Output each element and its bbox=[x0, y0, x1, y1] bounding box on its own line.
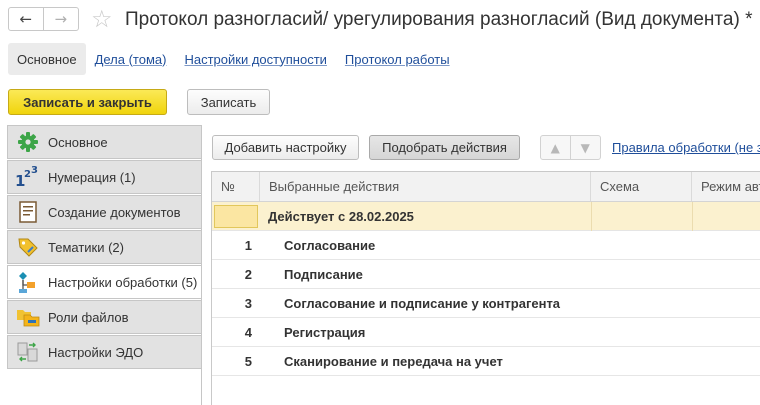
column-header-number[interactable]: № bbox=[212, 172, 260, 201]
favorite-star-icon[interactable]: ☆ bbox=[91, 5, 113, 33]
arrow-down-icon: ▼ bbox=[580, 140, 590, 155]
section-tabs: Основное 123 Нумерация (1) Создание доку… bbox=[7, 125, 202, 405]
column-header-mode[interactable]: Режим авт bbox=[692, 172, 760, 201]
row-number: 3 bbox=[244, 295, 252, 311]
row-action: Подписание bbox=[284, 266, 363, 282]
sidebar-item-topics[interactable]: Тематики (2) bbox=[7, 230, 202, 264]
sidebar-item-edo-settings[interactable]: Настройки ЭДО bbox=[7, 335, 202, 369]
top-tabs: Основное Дела (тома) Настройки доступнос… bbox=[8, 43, 459, 75]
save-and-close-button[interactable]: Записать и закрыть bbox=[8, 89, 167, 115]
page-title: Протокол разногласий/ урегулирования раз… bbox=[125, 9, 753, 30]
pick-actions-button[interactable]: Подобрать действия bbox=[369, 135, 520, 160]
svg-text:3: 3 bbox=[31, 165, 38, 176]
svg-text:2: 2 bbox=[24, 169, 31, 180]
table-row[interactable]: 4 Регистрация bbox=[212, 318, 760, 347]
table-header: № Выбранные действия Схема Режим авт bbox=[212, 172, 760, 202]
edo-icon bbox=[8, 336, 48, 368]
save-button[interactable]: Записать bbox=[187, 89, 270, 115]
sidebar-item-label: Основное bbox=[48, 134, 108, 150]
actions-table: № Выбранные действия Схема Режим авт Дей… bbox=[211, 171, 760, 405]
row-number: 1 bbox=[244, 237, 252, 253]
row-number: 4 bbox=[244, 324, 252, 340]
sidebar-item-file-roles[interactable]: Роли файлов bbox=[7, 300, 202, 334]
add-setting-button[interactable]: Добавить настройку bbox=[212, 135, 359, 160]
arrow-left-icon: ← bbox=[19, 10, 33, 28]
sidebar-item-processing-settings[interactable]: Настройки обработки (5) bbox=[7, 265, 202, 299]
sidebar-item-label: Нумерация (1) bbox=[48, 169, 136, 185]
panel-divider bbox=[201, 125, 202, 405]
column-divider bbox=[692, 202, 693, 231]
back-button[interactable]: ← bbox=[9, 8, 44, 30]
move-buttons: ▲ ▼ bbox=[540, 135, 601, 160]
forward-button[interactable]: → bbox=[44, 8, 79, 30]
column-header-scheme[interactable]: Схема bbox=[591, 172, 692, 201]
column-header-actions[interactable]: Выбранные действия bbox=[260, 172, 591, 201]
sidebar-item-numbering[interactable]: 123 Нумерация (1) bbox=[7, 160, 202, 194]
tab-access-settings[interactable]: Настройки доступности bbox=[175, 43, 335, 75]
column-divider bbox=[591, 202, 592, 231]
move-down-button[interactable]: ▼ bbox=[571, 136, 600, 159]
sidebar-item-label: Создание документов bbox=[48, 204, 181, 220]
row-action: Сканирование и передача на учет bbox=[284, 353, 503, 369]
title-bar: ← → ☆ Протокол разногласий/ урегулирован… bbox=[0, 0, 760, 40]
move-up-button[interactable]: ▲ bbox=[541, 136, 571, 159]
document-icon bbox=[8, 196, 48, 228]
table-row[interactable]: 3 Согласование и подписание у контрагент… bbox=[212, 289, 760, 318]
processing-rules-link[interactable]: Правила обработки (не з bbox=[612, 140, 760, 155]
row-action: Регистрация bbox=[284, 324, 366, 340]
selected-cell[interactable] bbox=[214, 205, 258, 228]
tab-main[interactable]: Основное bbox=[8, 43, 86, 75]
arrow-right-icon: → bbox=[54, 10, 68, 28]
arrow-up-icon: ▲ bbox=[550, 140, 560, 155]
row-action: Согласование и подписание у контрагента bbox=[284, 295, 561, 311]
row-number: 2 bbox=[244, 266, 252, 282]
table-row[interactable]: 1 Согласование bbox=[212, 231, 760, 260]
row-number: 5 bbox=[244, 353, 252, 369]
sidebar-item-label: Роли файлов bbox=[48, 309, 129, 325]
gear-icon bbox=[8, 126, 48, 158]
table-group-row[interactable]: Действует с 28.02.2025 bbox=[212, 202, 760, 231]
sidebar-item-main[interactable]: Основное bbox=[7, 125, 202, 159]
sidebar-item-label: Тематики (2) bbox=[48, 239, 124, 255]
tab-cases[interactable]: Дела (тома) bbox=[86, 43, 176, 75]
sidebar-item-label: Настройки ЭДО bbox=[48, 344, 144, 360]
numbering-icon: 123 bbox=[8, 161, 48, 193]
row-action: Согласование bbox=[284, 237, 376, 253]
navigation-buttons: ← → bbox=[8, 7, 79, 31]
tag-icon bbox=[8, 231, 48, 263]
sidebar-item-label: Настройки обработки (5) bbox=[48, 274, 198, 290]
folders-icon bbox=[8, 301, 48, 333]
workflow-icon bbox=[8, 266, 48, 298]
sidebar-item-document-creation[interactable]: Создание документов bbox=[7, 195, 202, 229]
group-label: Действует с 28.02.2025 bbox=[268, 209, 414, 224]
table-row[interactable]: 2 Подписание bbox=[212, 260, 760, 289]
table-row[interactable]: 5 Сканирование и передача на учет bbox=[212, 347, 760, 376]
tab-work-log[interactable]: Протокол работы bbox=[336, 43, 459, 75]
